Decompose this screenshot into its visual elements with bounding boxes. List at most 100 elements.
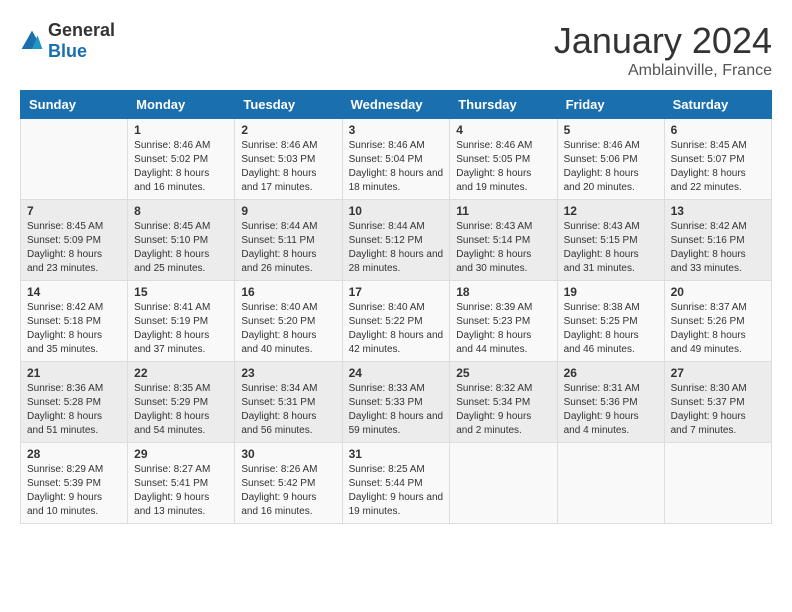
- month-title: January 2024: [554, 20, 772, 62]
- day-number: 18: [456, 285, 550, 299]
- col-header-saturday: Saturday: [664, 91, 771, 119]
- day-cell: 9 Sunrise: 8:44 AMSunset: 5:11 PMDaylight…: [235, 200, 342, 281]
- location-title: Amblainville, France: [554, 62, 772, 80]
- day-cell: 10Sunrise: 8:44 AMSunset: 5:12 PMDayligh…: [342, 200, 450, 281]
- day-info: Sunrise: 8:43 AMSunset: 5:15 PMDaylight:…: [564, 221, 640, 274]
- page-header: General Blue January 2024 Amblainville, …: [20, 20, 772, 80]
- day-info: Sunrise: 8:34 AMSunset: 5:31 PMDaylight:…: [241, 383, 317, 436]
- day-number: 22: [134, 366, 228, 380]
- day-info: Sunrise: 8:45 AMSunset: 5:09 PMDaylight:…: [27, 221, 103, 274]
- day-number: 16: [241, 285, 335, 299]
- day-cell: 30Sunrise: 8:26 AMSunset: 5:42 PMDayligh…: [235, 443, 342, 524]
- day-info: Sunrise: 8:40 AMSunset: 5:20 PMDaylight:…: [241, 302, 317, 355]
- col-header-monday: Monday: [128, 91, 235, 119]
- week-row-5: 28Sunrise: 8:29 AMSunset: 5:39 PMDayligh…: [21, 443, 772, 524]
- logo-icon: [20, 29, 44, 53]
- day-info: Sunrise: 8:40 AMSunset: 5:22 PMDaylight:…: [349, 302, 444, 355]
- day-cell: 5 Sunrise: 8:46 AMSunset: 5:06 PMDaylight…: [557, 119, 664, 200]
- day-number: 5: [564, 123, 658, 137]
- day-info: Sunrise: 8:42 AMSunset: 5:16 PMDaylight:…: [671, 221, 747, 274]
- day-number: 1: [134, 123, 228, 137]
- day-number: 31: [349, 447, 444, 461]
- day-cell: 23 Sunrise: 8:34 AMSunset: 5:31 PMDayligh…: [235, 362, 342, 443]
- day-cell: 4Sunrise: 8:46 AMSunset: 5:05 PMDaylight…: [450, 119, 557, 200]
- day-cell: 26 Sunrise: 8:31 AMSunset: 5:36 PMDayligh…: [557, 362, 664, 443]
- day-cell: 21Sunrise: 8:36 AMSunset: 5:28 PMDayligh…: [21, 362, 128, 443]
- day-number: 13: [671, 204, 765, 218]
- day-number: 17: [349, 285, 444, 299]
- day-number: 19: [564, 285, 658, 299]
- day-number: 23: [241, 366, 335, 380]
- day-number: 29: [134, 447, 228, 461]
- day-info: Sunrise: 8:43 AMSunset: 5:14 PMDaylight:…: [456, 221, 532, 274]
- week-row-4: 21Sunrise: 8:36 AMSunset: 5:28 PMDayligh…: [21, 362, 772, 443]
- day-info: Sunrise: 8:27 AMSunset: 5:41 PMDaylight:…: [134, 464, 210, 517]
- day-cell: 28Sunrise: 8:29 AMSunset: 5:39 PMDayligh…: [21, 443, 128, 524]
- day-cell: 1 Sunrise: 8:46 AMSunset: 5:02 PMDaylight…: [128, 119, 235, 200]
- day-info: Sunrise: 8:36 AMSunset: 5:28 PMDaylight:…: [27, 383, 103, 436]
- day-info: Sunrise: 8:41 AMSunset: 5:19 PMDaylight:…: [134, 302, 210, 355]
- col-header-sunday: Sunday: [21, 91, 128, 119]
- col-header-tuesday: Tuesday: [235, 91, 342, 119]
- day-info: Sunrise: 8:30 AMSunset: 5:37 PMDaylight:…: [671, 383, 747, 436]
- day-number: 8: [134, 204, 228, 218]
- day-info: Sunrise: 8:29 AMSunset: 5:39 PMDaylight:…: [27, 464, 103, 517]
- day-cell: 15 Sunrise: 8:41 AMSunset: 5:19 PMDayligh…: [128, 281, 235, 362]
- day-number: 6: [671, 123, 765, 137]
- day-info: Sunrise: 8:45 AMSunset: 5:07 PMDaylight:…: [671, 140, 747, 193]
- day-number: 20: [671, 285, 765, 299]
- logo-blue: Blue: [48, 41, 87, 61]
- day-info: Sunrise: 8:44 AMSunset: 5:11 PMDaylight:…: [241, 221, 317, 274]
- day-number: 12: [564, 204, 658, 218]
- day-number: 25: [456, 366, 550, 380]
- day-info: Sunrise: 8:37 AMSunset: 5:26 PMDaylight:…: [671, 302, 747, 355]
- day-info: Sunrise: 8:25 AMSunset: 5:44 PMDaylight:…: [349, 464, 444, 517]
- day-info: Sunrise: 8:33 AMSunset: 5:33 PMDaylight:…: [349, 383, 444, 436]
- week-row-3: 14Sunrise: 8:42 AMSunset: 5:18 PMDayligh…: [21, 281, 772, 362]
- day-cell: 25Sunrise: 8:32 AMSunset: 5:34 PMDayligh…: [450, 362, 557, 443]
- day-info: Sunrise: 8:46 AMSunset: 5:06 PMDaylight:…: [564, 140, 640, 193]
- day-cell: 8 Sunrise: 8:45 AMSunset: 5:10 PMDaylight…: [128, 200, 235, 281]
- day-number: 3: [349, 123, 444, 137]
- day-number: 9: [241, 204, 335, 218]
- title-block: January 2024 Amblainville, France: [554, 20, 772, 80]
- day-number: 15: [134, 285, 228, 299]
- day-cell: [21, 119, 128, 200]
- calendar-header-row: SundayMondayTuesdayWednesdayThursdayFrid…: [21, 91, 772, 119]
- day-cell: 17 Sunrise: 8:40 AMSunset: 5:22 PMDayligh…: [342, 281, 450, 362]
- day-info: Sunrise: 8:46 AMSunset: 5:02 PMDaylight:…: [134, 140, 210, 193]
- day-cell: 11 Sunrise: 8:43 AMSunset: 5:14 PMDayligh…: [450, 200, 557, 281]
- day-cell: 2 Sunrise: 8:46 AMSunset: 5:03 PMDaylight…: [235, 119, 342, 200]
- day-cell: 7 Sunrise: 8:45 AMSunset: 5:09 PMDaylight…: [21, 200, 128, 281]
- day-number: 30: [241, 447, 335, 461]
- calendar-table: SundayMondayTuesdayWednesdayThursdayFrid…: [20, 90, 772, 524]
- day-number: 2: [241, 123, 335, 137]
- col-header-friday: Friday: [557, 91, 664, 119]
- day-cell: [450, 443, 557, 524]
- day-cell: [557, 443, 664, 524]
- day-cell: 19Sunrise: 8:38 AMSunset: 5:25 PMDayligh…: [557, 281, 664, 362]
- day-info: Sunrise: 8:45 AMSunset: 5:10 PMDaylight:…: [134, 221, 210, 274]
- day-cell: 29 Sunrise: 8:27 AMSunset: 5:41 PMDayligh…: [128, 443, 235, 524]
- day-number: 11: [456, 204, 550, 218]
- day-cell: 24 Sunrise: 8:33 AMSunset: 5:33 PMDayligh…: [342, 362, 450, 443]
- day-number: 26: [564, 366, 658, 380]
- week-row-2: 7 Sunrise: 8:45 AMSunset: 5:09 PMDaylight…: [21, 200, 772, 281]
- day-cell: 31 Sunrise: 8:25 AMSunset: 5:44 PMDayligh…: [342, 443, 450, 524]
- day-number: 10: [349, 204, 444, 218]
- day-number: 27: [671, 366, 765, 380]
- day-info: Sunrise: 8:46 AMSunset: 5:04 PMDaylight:…: [349, 140, 444, 193]
- day-cell: 12 Sunrise: 8:43 AMSunset: 5:15 PMDayligh…: [557, 200, 664, 281]
- day-info: Sunrise: 8:46 AMSunset: 5:03 PMDaylight:…: [241, 140, 317, 193]
- col-header-thursday: Thursday: [450, 91, 557, 119]
- logo-general: General: [48, 20, 115, 40]
- day-number: 7: [27, 204, 121, 218]
- day-cell: 14Sunrise: 8:42 AMSunset: 5:18 PMDayligh…: [21, 281, 128, 362]
- day-info: Sunrise: 8:31 AMSunset: 5:36 PMDaylight:…: [564, 383, 640, 436]
- day-cell: [664, 443, 771, 524]
- logo-text: General Blue: [48, 20, 115, 62]
- week-row-1: 1 Sunrise: 8:46 AMSunset: 5:02 PMDaylight…: [21, 119, 772, 200]
- day-cell: 27 Sunrise: 8:30 AMSunset: 5:37 PMDayligh…: [664, 362, 771, 443]
- day-number: 24: [349, 366, 444, 380]
- col-header-wednesday: Wednesday: [342, 91, 450, 119]
